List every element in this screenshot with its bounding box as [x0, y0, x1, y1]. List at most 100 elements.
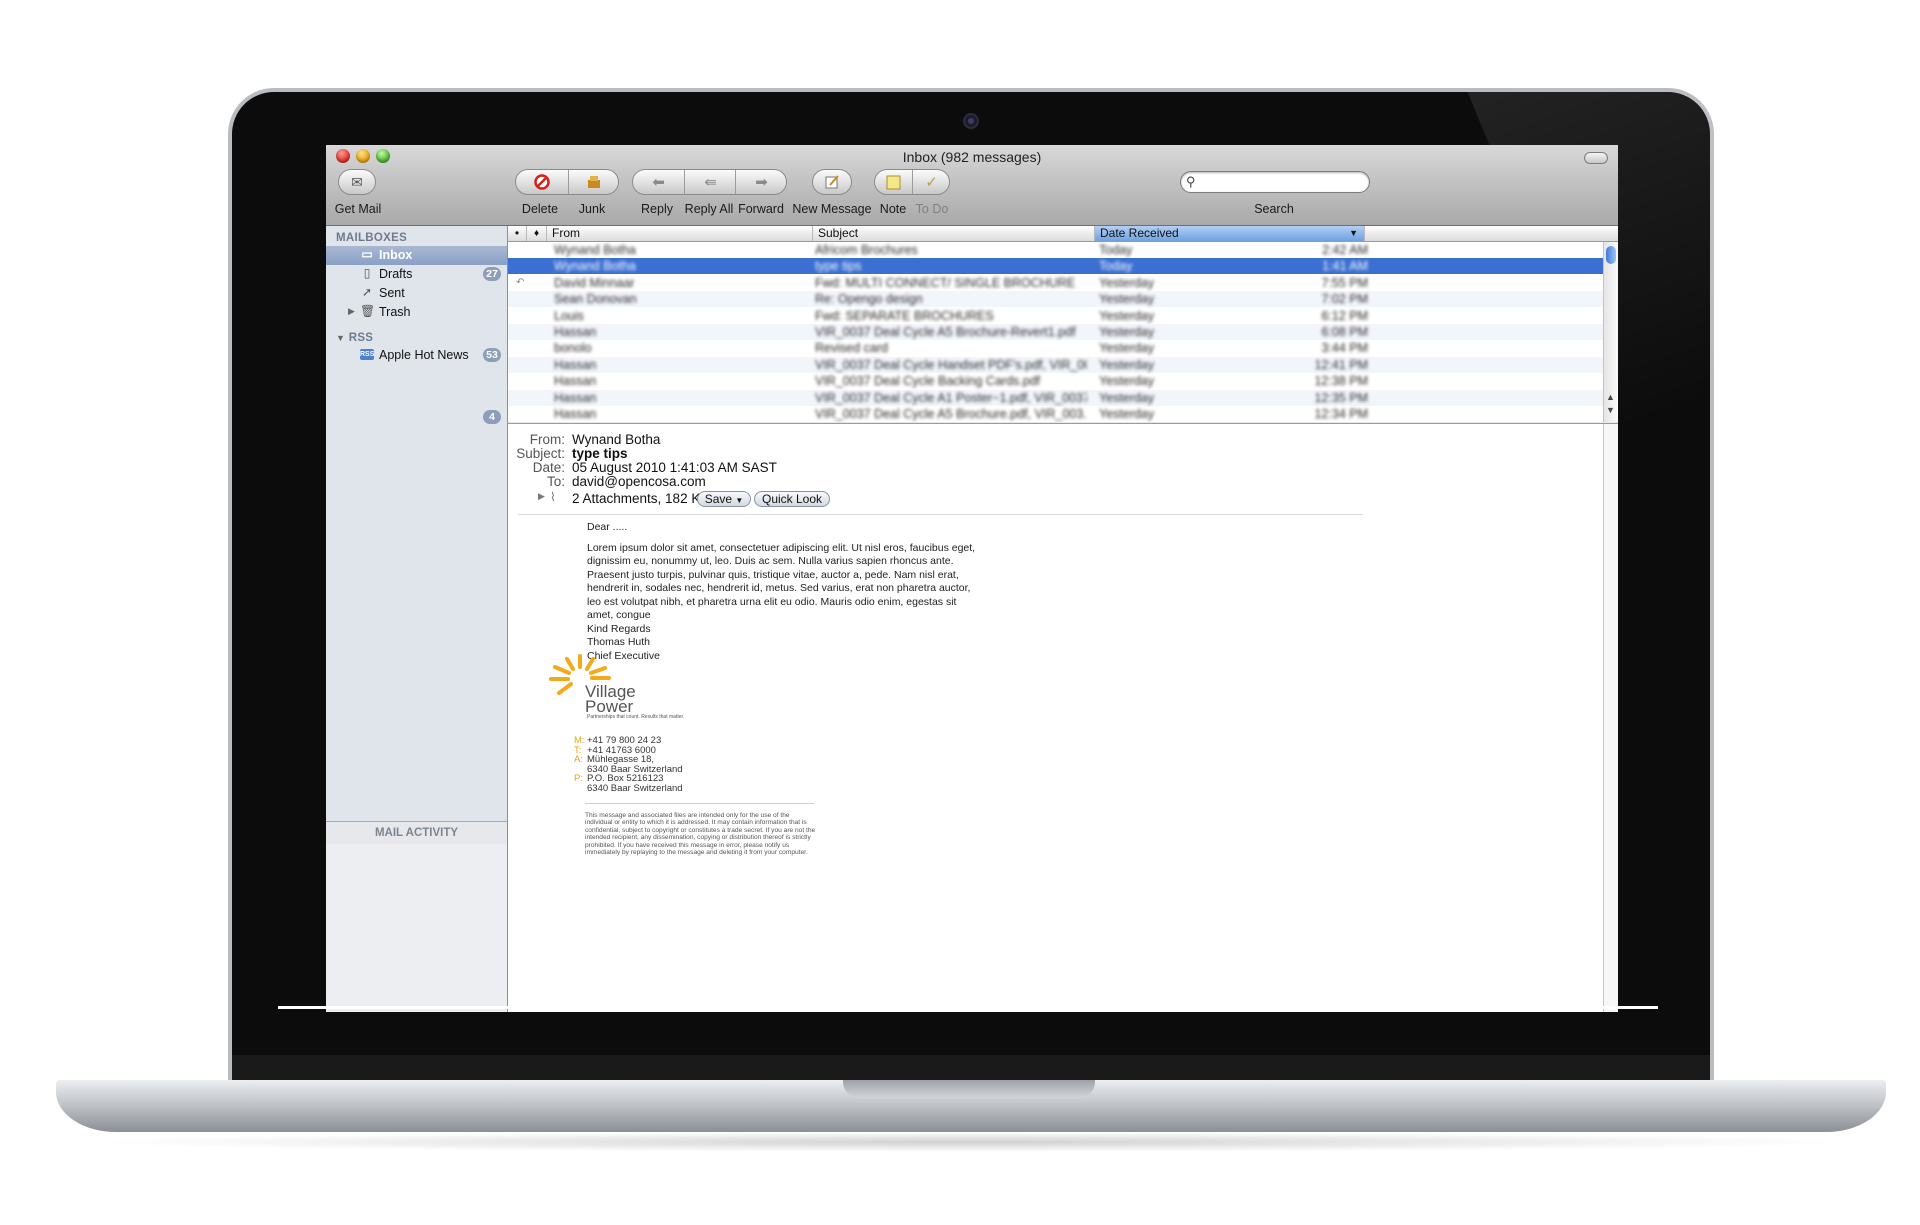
table-row[interactable]: Hassan VIR_0037 Deal Cycle Backing Cards.… — [508, 373, 1618, 389]
save-attachments-button[interactable]: Save ▼ — [697, 491, 751, 507]
time-cell: 12:38 PM — [1314, 374, 1368, 389]
table-row[interactable]: Hassan VIR_0037 Deal Cycle Handset PDF's.… — [508, 356, 1618, 373]
paperclip-icon: ⌇ — [550, 490, 556, 504]
forward-icon: ➡ — [755, 174, 768, 191]
window-title: Inbox (982 messages) — [902, 149, 1042, 165]
disclosure-triangle-icon[interactable]: ▶ — [348, 306, 355, 317]
from-cell: Hassan — [554, 390, 597, 405]
delete-label: Delete — [521, 202, 559, 216]
reply-icon: ⬅ — [652, 174, 665, 191]
table-row[interactable]: Hassan VIR_0037 Deal Cycle A1 Poster~1.pd… — [508, 389, 1618, 406]
scroll-up-icon[interactable]: ▲ — [1606, 392, 1615, 402]
date-cell: Yesterday — [1099, 292, 1155, 307]
sidebar-item-apple-hot-news[interactable]: RSS Apple Hot News 53 — [326, 346, 507, 365]
from-column-header[interactable]: From — [547, 226, 813, 241]
preview-scrollbar[interactable] — [1603, 424, 1618, 1012]
drafts-count-badge: 27 — [483, 267, 501, 281]
table-row[interactable]: bonolo Revised card Yesterday 3:44 PM — [508, 340, 1618, 356]
scroll-down-icon[interactable]: ▼ — [1606, 405, 1615, 415]
subject-cell: Fwd: MULTI CONNECT/ SINGLE BROCHURE — [815, 275, 1076, 290]
junk-icon — [588, 176, 600, 188]
greeting: Dear ..... — [587, 521, 628, 533]
unread-column-header[interactable]: • — [508, 226, 527, 241]
body-line: Praesent justo turpis, pulvinar quis, tr… — [587, 568, 959, 581]
get-mail-label: Get Mail — [334, 202, 382, 216]
new-message-button[interactable] — [812, 169, 852, 195]
date-cell: Yesterday — [1099, 275, 1155, 290]
sidebar: MAILBOXES ▭ Inbox ▯ Drafts 27 ➚ Sent ▶ 🗑… — [326, 226, 508, 1012]
time-cell: 6:12 PM — [1321, 308, 1368, 323]
table-row[interactable]: Wynand Botha type tips Today 1:41 AM — [508, 258, 1618, 275]
note-todo-group: ✓ — [874, 169, 950, 195]
disclaimer-text: This message and associated files are in… — [585, 812, 816, 857]
disclosure-triangle-icon[interactable]: ▶ — [538, 491, 545, 502]
laptop-screen: Inbox (982 messages) ✉ Get Mail Delete J… — [326, 145, 1618, 1012]
sent-icon: ➚ — [361, 285, 373, 299]
mail-window: Inbox (982 messages) ✉ Get Mail Delete J… — [326, 145, 1618, 1012]
sidebar-item-trash[interactable]: ▶ 🗑 Trash — [326, 303, 507, 322]
from-cell: bonolo — [554, 341, 592, 356]
toolbar-toggle-button[interactable] — [1584, 152, 1608, 164]
table-row[interactable]: ↶ David Minnaar Fwd: MULTI CONNECT/ SINGLE… — [508, 275, 1618, 291]
table-row[interactable]: Louis Fwd: SEPARATE BROCHURES Yesterday 6:1… — [508, 308, 1618, 324]
from-cell: Hassan — [554, 325, 597, 339]
delete-button[interactable] — [516, 170, 568, 194]
get-mail-button[interactable]: ✉ — [338, 169, 376, 195]
table-row[interactable]: Sean Donovan Re: Opengo design Yesterday 7:… — [508, 291, 1618, 308]
date-column-header[interactable]: Date Received ▼ — [1095, 226, 1365, 241]
reply-all-label: Reply All — [684, 202, 734, 216]
note-label: Note — [879, 202, 907, 216]
apple-hot-news-count-badge: 53 — [483, 348, 501, 362]
mail-activity-header[interactable]: MAIL ACTIVITY — [326, 821, 507, 844]
table-row[interactable]: Hassan VIR_0037 Deal Cycle A5 Brochure-Re… — [508, 324, 1618, 340]
body-line: dignissim eu, nonummy ut, leo. Duis ac s… — [587, 555, 954, 568]
search-field[interactable]: ⚲ — [1180, 171, 1370, 193]
compose-icon — [813, 170, 851, 194]
search-input[interactable] — [1203, 173, 1365, 191]
mailboxes-heading: MAILBOXES — [336, 232, 408, 244]
forward-button[interactable]: ➡ — [735, 170, 787, 194]
message-list-scrollbar[interactable]: ▲ ▼ — [1603, 242, 1618, 422]
reply-all-button[interactable]: ⇚ — [684, 170, 736, 194]
screen-bezel-edge — [278, 1006, 1658, 1009]
scroll-thumb[interactable] — [1606, 246, 1616, 264]
reply-group: ⬅ ⇚ ➡ — [632, 169, 787, 195]
from-cell: Wynand Botha — [554, 243, 636, 257]
replied-icon: ↶ — [516, 276, 525, 288]
table-row[interactable]: Hassan VIR_0037 Deal Cycle A5 Brochure.pd… — [508, 406, 1618, 422]
sidebar-item-inbox[interactable]: ▭ Inbox — [326, 246, 507, 265]
subject-cell: Revised card — [815, 341, 888, 356]
forward-label: Forward — [738, 202, 784, 216]
from-cell: Sean Donovan — [554, 292, 637, 307]
flag-column-header[interactable]: ♦ — [527, 226, 547, 241]
checkmark-icon: ✓ — [925, 174, 938, 191]
junk-button[interactable] — [568, 170, 619, 194]
date-cell: Yesterday — [1099, 374, 1155, 389]
date-cell: Yesterday — [1099, 407, 1155, 421]
subject-column-header[interactable]: Subject — [813, 226, 1095, 241]
subject-cell: VIR_0037 Deal Cycle A1 Poster~1.pdf, VIR… — [815, 390, 1087, 405]
unread-count-badge: 4 — [483, 410, 501, 424]
drafts-icon: ▯ — [363, 266, 371, 280]
todo-button[interactable]: ✓ — [912, 170, 950, 194]
note-button[interactable] — [875, 170, 912, 194]
trash-icon: 🗑 — [360, 304, 376, 318]
body-line: leo est volutpat nibh, et pharetra urna … — [587, 595, 957, 608]
subject-cell: VIR_0037 Deal Cycle A5 Brochure-Revert1.… — [815, 325, 1076, 339]
contact-key: A: — [574, 754, 583, 765]
table-row[interactable]: Wynand Botha Africom Brochures Today 2:42 A… — [508, 242, 1618, 258]
date-cell: Yesterday — [1099, 341, 1155, 356]
quick-look-button[interactable]: Quick Look — [754, 491, 830, 507]
time-cell: 7:02 PM — [1321, 292, 1368, 307]
rss-icon: RSS — [360, 349, 375, 360]
reply-button[interactable]: ⬅ — [633, 170, 684, 194]
from-cell: David Minnaar — [554, 275, 635, 290]
time-cell: 12:35 PM — [1314, 390, 1368, 405]
dropdown-arrow-icon: ▼ — [735, 496, 744, 505]
header-divider — [518, 514, 1363, 515]
disclosure-triangle-open-icon[interactable]: ▼ — [336, 333, 345, 343]
sidebar-item-sent[interactable]: ➚ Sent — [326, 284, 507, 303]
body-line: hendrerit in, sodales nec, hendrerit id,… — [587, 582, 971, 595]
sidebar-item-drafts[interactable]: ▯ Drafts 27 — [326, 265, 507, 284]
subject-cell: VIR_0037 Deal Cycle Handset PDF's.pdf, V… — [815, 357, 1087, 372]
